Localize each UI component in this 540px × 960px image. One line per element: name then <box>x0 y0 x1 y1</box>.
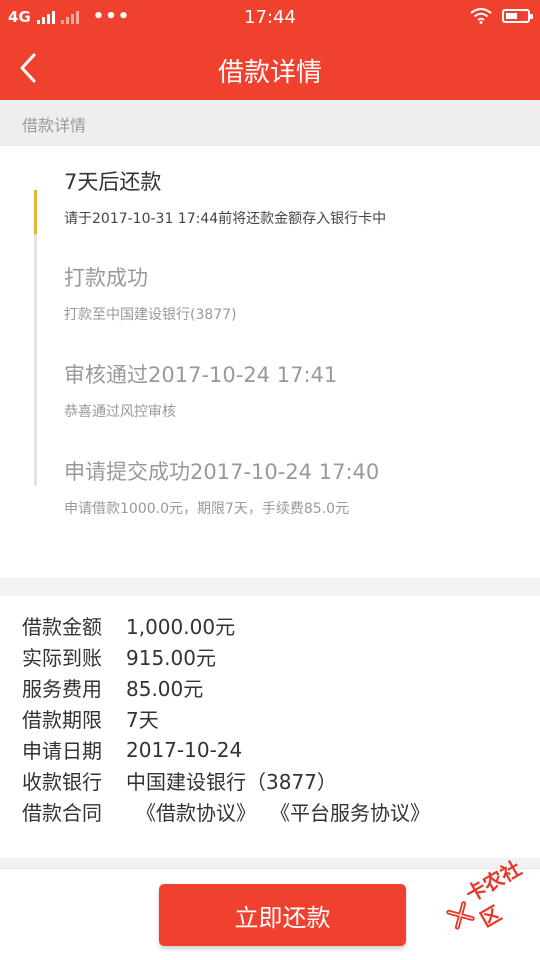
timeline-line <box>34 190 37 486</box>
detail-value: 7天 <box>126 708 159 732</box>
timeline-title: 7天后还款 <box>64 170 162 194</box>
timeline-active-marker <box>34 190 37 234</box>
wifi-icon <box>470 8 492 24</box>
detail-row-bank: 收款银行 中国建设银行（3877） <box>22 765 540 796</box>
detail-row-fee: 服务费用 85.00元 <box>22 672 540 703</box>
detail-value: 2017-10-24 <box>126 737 243 762</box>
timeline-item-repay: 7天后还款 请于2017-10-31 17:44前将还款金额存入银行卡中 <box>64 166 386 228</box>
timeline-item-payout: 打款成功 打款至中国建设银行(3877) <box>64 262 237 324</box>
detail-row-contract: 借款合同 《借款协议》 《平台服务协议》 <box>22 796 540 827</box>
detail-value: 915.00元 <box>126 646 216 670</box>
timeline-desc: 申请借款1000.0元，期限7天，手续费85.0元 <box>64 501 350 517</box>
loan-agreement-link[interactable]: 《借款协议》 <box>136 797 256 826</box>
nav-bar: 借款详情 <box>0 36 540 100</box>
platform-service-agreement-link[interactable]: 《平台服务协议》 <box>270 797 430 826</box>
timeline-title: 打款成功 <box>64 266 148 290</box>
detail-value: 85.00元 <box>126 677 204 701</box>
detail-row-apply-date: 申请日期 2017-10-24 <box>22 734 540 765</box>
timeline-desc: 打款至中国建设银行(3877) <box>64 307 237 323</box>
detail-value: 1,000.00元 <box>126 615 236 639</box>
detail-row-term: 借款期限 7天 <box>22 703 540 734</box>
timeline-desc: 恭喜通过风控审核 <box>64 404 176 420</box>
loan-details: 借款金额 1,000.00元 实际到账 915.00元 服务费用 85.00元 … <box>0 596 540 858</box>
repay-now-button[interactable]: 立即还款 <box>159 884 406 946</box>
detail-row-amount: 借款金额 1,000.00元 <box>22 610 540 641</box>
battery-icon <box>502 9 533 23</box>
detail-label: 借款期限 <box>22 708 102 732</box>
detail-label: 借款金额 <box>22 615 102 639</box>
timeline-desc: 请于2017-10-31 17:44前将还款金额存入银行卡中 <box>64 211 387 227</box>
battery-fill <box>506 13 517 19</box>
detail-label: 申请日期 <box>22 739 102 763</box>
detail-label: 服务费用 <box>22 677 102 701</box>
status-right <box>470 8 533 24</box>
status-bar: 4G ••• 17:44 <box>0 0 540 36</box>
timeline: 7天后还款 请于2017-10-31 17:44前将还款金额存入银行卡中 打款成… <box>0 146 540 578</box>
detail-label: 实际到账 <box>22 646 102 670</box>
page-title: 借款详情 <box>217 58 322 88</box>
timeline-item-submitted: 申请提交成功2017-10-24 17:40 申请借款1000.0元，期限7天，… <box>64 456 379 518</box>
section-header: 借款详情 <box>0 100 540 146</box>
timeline-title: 申请提交成功2017-10-24 17:40 <box>64 460 380 484</box>
section-header-title: 借款详情 <box>22 116 87 135</box>
detail-value: 中国建设银行（3877） <box>126 770 337 794</box>
status-time: 17:44 <box>244 7 296 28</box>
timeline-title: 审核通过2017-10-24 17:41 <box>64 363 338 387</box>
detail-label: 借款合同 <box>22 801 102 825</box>
detail-row-received: 实际到账 915.00元 <box>22 641 540 672</box>
timeline-item-approved: 审核通过2017-10-24 17:41 恭喜通过风控审核 <box>64 359 337 421</box>
detail-label: 收款银行 <box>22 770 102 794</box>
